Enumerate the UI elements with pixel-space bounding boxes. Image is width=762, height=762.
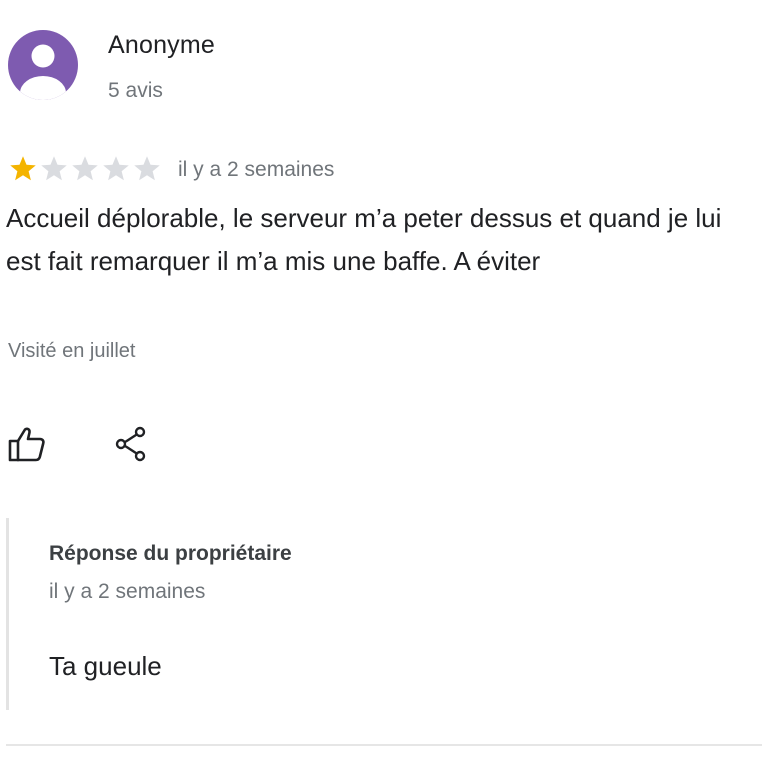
star-icon xyxy=(41,156,67,181)
author-avatar[interactable] xyxy=(8,30,78,100)
person-icon xyxy=(20,44,66,100)
star-icon xyxy=(103,156,129,181)
owner-reply-time: il y a 2 semaines xyxy=(49,580,206,603)
star-icon xyxy=(10,156,36,181)
owner-reply-text: Ta gueule xyxy=(49,651,162,681)
thumbs-up-icon xyxy=(8,427,45,462)
share-icon xyxy=(115,426,146,462)
rating-row: il y a 2 semaines xyxy=(8,152,334,186)
star-rating xyxy=(8,154,162,184)
share-button[interactable] xyxy=(113,424,149,464)
review-time: il y a 2 semaines xyxy=(178,158,335,181)
star-icon xyxy=(134,156,160,181)
divider xyxy=(6,744,762,746)
visit-date: Visité en juillet xyxy=(8,340,136,362)
star-icon xyxy=(72,156,98,181)
owner-reply: Réponse du propriétaire il y a 2 semaine… xyxy=(6,518,749,710)
author-review-count: 5 avis xyxy=(108,79,163,102)
owner-reply-title: Réponse du propriétaire xyxy=(49,542,292,565)
author-name[interactable]: Anonyme xyxy=(108,31,215,60)
like-button[interactable] xyxy=(6,424,46,464)
review-text: Accueil déplorable, le serveur m’a peter… xyxy=(6,203,722,276)
